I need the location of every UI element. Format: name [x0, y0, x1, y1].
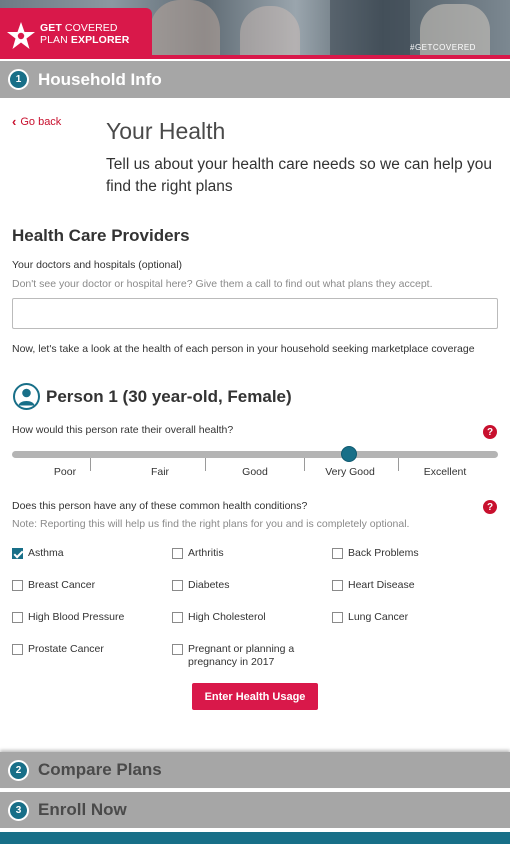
condition-high-blood-pressure[interactable]: High Blood Pressure: [12, 611, 124, 624]
rating-option-excellent[interactable]: Excellent: [405, 466, 485, 478]
help-icon[interactable]: ?: [483, 500, 497, 514]
checkbox[interactable]: [332, 548, 343, 559]
checkbox[interactable]: [332, 612, 343, 623]
checkbox[interactable]: [172, 644, 183, 655]
condition-breast-cancer[interactable]: Breast Cancer: [12, 579, 95, 592]
household-intro-text: Now, let's take a look at the health of …: [12, 343, 475, 355]
conditions-question: Does this person have any of these commo…: [12, 500, 308, 512]
step-household-info[interactable]: 1 Household Info: [0, 61, 510, 98]
banner-photo: [330, 0, 410, 55]
health-rating-slider-track[interactable]: [12, 451, 498, 458]
checkbox[interactable]: [12, 644, 23, 655]
providers-heading: Health Care Providers: [12, 226, 190, 245]
page-subtitle: Tell us about your health care needs so …: [106, 156, 493, 195]
banner-hashtag: #GETCOVERED: [410, 43, 476, 52]
checkbox[interactable]: [12, 612, 23, 623]
enter-health-usage-button[interactable]: Enter Health Usage: [192, 683, 318, 710]
checkbox[interactable]: [172, 580, 183, 591]
condition-heart-disease[interactable]: Heart Disease: [332, 579, 415, 592]
step-number-badge: 2: [8, 759, 29, 781]
providers-help-text: Don't see your doctor or hospital here? …: [12, 278, 433, 290]
logo[interactable]: GET COVERED PLAN EXPLORER: [0, 8, 152, 55]
step-label: Household Info: [38, 69, 162, 89]
footer-bar: [0, 832, 510, 844]
step-compare-plans[interactable]: 2 Compare Plans: [0, 752, 510, 788]
banner-photo: [240, 6, 300, 55]
checkbox[interactable]: [172, 548, 183, 559]
providers-input[interactable]: [12, 298, 498, 329]
banner-photo: [150, 0, 220, 55]
condition-prostate-cancer[interactable]: Prostate Cancer: [12, 643, 104, 656]
star-logo-icon: [7, 22, 35, 49]
person-icon: [13, 383, 40, 410]
condition-arthritis[interactable]: Arthritis: [172, 547, 224, 560]
step-number-badge: 1: [8, 69, 29, 90]
condition-diabetes[interactable]: Diabetes: [172, 579, 229, 592]
condition-lung-cancer[interactable]: Lung Cancer: [332, 611, 408, 624]
help-icon[interactable]: ?: [483, 425, 497, 439]
checkbox[interactable]: [12, 580, 23, 591]
go-back-label: Go back: [20, 115, 62, 128]
rating-option-fair[interactable]: Fair: [120, 466, 200, 478]
rating-option-good[interactable]: Good: [215, 466, 295, 478]
go-back-link[interactable]: ‹ Go back: [12, 115, 61, 128]
logo-text-top: GET COVERED: [40, 22, 118, 34]
header-banner: #GETCOVERED GET COVERED PLAN EXPLORER: [0, 0, 510, 55]
conditions-note: Note: Reporting this will help us find t…: [12, 518, 410, 530]
condition-back-problems[interactable]: Back Problems: [332, 547, 419, 560]
condition-high-cholesterol[interactable]: High Cholesterol: [172, 611, 266, 624]
chevron-left-icon: ‹: [12, 114, 17, 129]
step-number-badge: 3: [8, 799, 29, 821]
step-label: Compare Plans: [38, 760, 162, 779]
slider-tick: [304, 458, 305, 471]
checkbox[interactable]: [172, 612, 183, 623]
health-rating-slider-handle[interactable]: [341, 446, 357, 462]
checkbox[interactable]: [12, 548, 23, 559]
logo-text-bottom: PLAN EXPLORER: [40, 34, 130, 46]
rating-option-poor[interactable]: Poor: [25, 466, 105, 478]
step-label: Enroll Now: [38, 800, 127, 819]
person-title: Person 1 (30 year-old, Female): [46, 387, 292, 406]
condition-pregnant[interactable]: Pregnant or planning a pregnancy in 2017: [172, 643, 312, 668]
condition-asthma[interactable]: Asthma: [12, 547, 64, 560]
checkbox[interactable]: [332, 580, 343, 591]
slider-tick: [205, 458, 206, 471]
rating-option-very-good[interactable]: Very Good: [310, 466, 390, 478]
banner-divider: [0, 55, 510, 59]
health-rating-question: How would this person rate their overall…: [12, 424, 234, 436]
slider-tick: [398, 458, 399, 471]
step-enroll-now[interactable]: 3 Enroll Now: [0, 792, 510, 828]
page-title: Your Health: [106, 118, 226, 144]
providers-field-label: Your doctors and hospitals (optional): [12, 259, 183, 271]
